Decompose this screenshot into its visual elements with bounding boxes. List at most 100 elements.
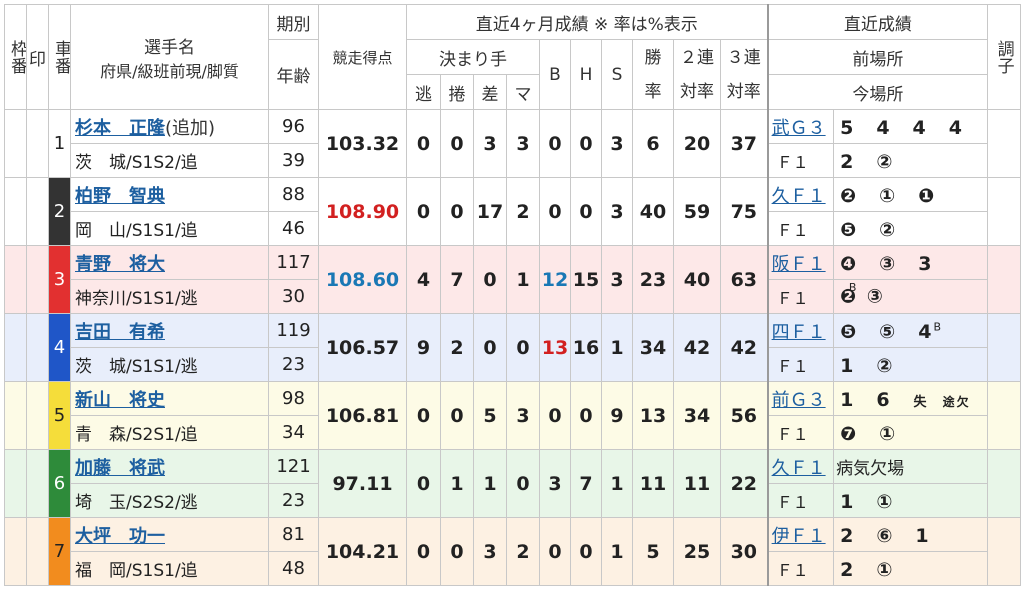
b-count: 0 — [539, 517, 571, 586]
car-number: 4 — [48, 313, 71, 382]
player-name[interactable]: 加藤 将武 — [70, 449, 269, 484]
prev-venue[interactable]: 伊Ｆ１ — [767, 517, 835, 552]
waku-cell — [4, 517, 27, 586]
prev-venue-link[interactable]: 久Ｆ１ — [769, 458, 826, 479]
player-link[interactable]: 吉田 有希 — [72, 322, 165, 343]
shirushi-cell[interactable] — [26, 381, 49, 450]
prev-venue-link[interactable]: 前Ｇ３ — [769, 390, 826, 411]
kimarite-makuri: 0 — [440, 381, 474, 450]
kimarite-mark: 2 — [506, 517, 540, 586]
s-count: 9 — [601, 381, 633, 450]
shirushi-cell[interactable] — [26, 449, 49, 518]
b-count: 12 — [539, 245, 571, 314]
player-link[interactable]: 大坪 功一 — [72, 526, 165, 547]
prev-venue[interactable]: 四Ｆ１ — [767, 313, 835, 348]
table-row: 3 青野 将大 117 108.60 4 7 0 1 12 15 3 23 40 63 阪Ｆ１ ❹ ③ 3 — [4, 245, 1022, 314]
h-count: 0 — [570, 177, 602, 246]
b-count: 13 — [539, 313, 571, 382]
b-count: 0 — [539, 381, 571, 450]
b-count: 0 — [539, 177, 571, 246]
table-row: 6 加藤 将武 121 97.11 0 1 1 0 3 7 1 11 11 22 久Ｆ１ 病気欠場 — [4, 449, 1022, 518]
age-value: 30 — [268, 279, 319, 314]
shirushi-cell[interactable] — [26, 517, 49, 586]
car-number: 6 — [48, 449, 71, 518]
table-row: 5 新山 将史 98 106.81 0 0 5 3 0 0 9 13 34 56 前Ｇ３ 1 6 失途欠 — [4, 381, 1022, 450]
header-waku: 枠番 — [4, 4, 27, 110]
player-link[interactable]: 加藤 将武 — [72, 458, 165, 479]
prev-venue-link[interactable]: 武Ｇ３ — [769, 118, 826, 139]
player-link[interactable]: 柏野 智典 — [72, 186, 165, 207]
player-name[interactable]: 柏野 智典 — [70, 177, 269, 212]
header-k2: 捲 — [440, 74, 474, 110]
cur-venue: Ｆ１ — [767, 347, 835, 382]
prev-venue-link[interactable]: 阪Ｆ１ — [769, 254, 826, 275]
prev-results: ❷ ① ❶ — [833, 177, 989, 212]
shirushi-cell[interactable] — [26, 313, 49, 382]
prev-venue-link[interactable]: 久Ｆ１ — [769, 186, 826, 207]
cur-venue: Ｆ１ — [767, 211, 835, 246]
header-kibetsu: 期別 — [268, 4, 319, 40]
kimarite-makuri: 0 — [440, 517, 474, 586]
kimarite-makuri: 1 — [440, 449, 474, 518]
kimarite-makuri: 0 — [440, 177, 474, 246]
b-count: 0 — [539, 109, 571, 178]
prev-venue[interactable]: 久Ｆ１ — [767, 177, 835, 212]
chosi-cell — [987, 109, 1022, 178]
shirushi-cell[interactable] — [26, 245, 49, 314]
cur-venue: Ｆ１ — [767, 143, 835, 178]
cur-results: 2 ① — [833, 551, 989, 586]
kibetsu-value: 117 — [268, 245, 319, 280]
prev-venue[interactable]: 武Ｇ３ — [767, 109, 835, 144]
kimarite-makuri: 2 — [440, 313, 474, 382]
prev-venue[interactable]: 前Ｇ３ — [767, 381, 835, 416]
prev-venue[interactable]: 阪Ｆ１ — [767, 245, 835, 280]
kibetsu-value: 81 — [268, 517, 319, 552]
header-ren2: ２連対率 — [673, 39, 721, 110]
player-name[interactable]: 青野 将大 — [70, 245, 269, 280]
waku-cell — [4, 109, 27, 178]
player-name[interactable]: 大坪 功一 — [70, 517, 269, 552]
cur-results: 1 ① — [833, 483, 989, 518]
h-count: 16 — [570, 313, 602, 382]
kimarite-nige: 0 — [406, 177, 441, 246]
ren2-rate: 59 — [673, 177, 721, 246]
kibetsu-value: 96 — [268, 109, 319, 144]
shirushi-cell[interactable] — [26, 177, 49, 246]
prev-results: ❹ ③ 3 — [833, 245, 989, 280]
score-value: 106.57 — [318, 313, 407, 382]
prev-venue[interactable]: 久Ｆ１ — [767, 449, 835, 484]
prev-results: 病気欠場 — [833, 449, 989, 484]
back-mark: B — [848, 281, 859, 295]
waku-cell — [4, 381, 27, 450]
header-b: B — [539, 39, 571, 110]
win-rate: 5 — [632, 517, 674, 586]
player-name[interactable]: 杉本 正隆(追加) — [70, 109, 269, 144]
player-name[interactable]: 新山 将史 — [70, 381, 269, 416]
kimarite-nige: 9 — [406, 313, 441, 382]
prev-venue-link[interactable]: 伊Ｆ１ — [769, 526, 826, 547]
header-h: H — [570, 39, 602, 110]
prev-venue-link[interactable]: 四Ｆ１ — [769, 322, 826, 343]
header-ima: 今場所 — [767, 74, 989, 110]
header-nenrei: 年齢 — [268, 39, 319, 110]
cur-venue: Ｆ１ — [767, 279, 835, 314]
header-chosi: 調子 — [987, 4, 1022, 110]
player-name[interactable]: 吉田 有希 — [70, 313, 269, 348]
player-pref: 神奈川/S1S1/逃 — [70, 279, 269, 314]
s-count: 1 — [601, 517, 633, 586]
ren3-rate: 63 — [719, 245, 769, 314]
h-count: 0 — [570, 381, 602, 450]
player-link[interactable]: 杉本 正隆 — [72, 118, 165, 139]
ren3-rate: 42 — [719, 313, 769, 382]
header-k4: マ — [506, 74, 540, 110]
player-link[interactable]: 新山 将史 — [72, 390, 165, 411]
shirushi-cell[interactable] — [26, 109, 49, 178]
player-link[interactable]: 青野 将大 — [72, 254, 165, 275]
s-count: 1 — [601, 449, 633, 518]
race-entry-table: 枠番 印 車番 選手名 府県/級班前現/脚質 期別 競走得点 直近4ヶ月成績 ※ … — [4, 4, 1022, 586]
kimarite-nige: 0 — [406, 449, 441, 518]
cur-results: ❼ ① — [833, 415, 989, 450]
prev-results: 5 4 4 4 — [833, 109, 989, 144]
kimarite-sashi: 3 — [473, 109, 507, 178]
cur-venue: Ｆ１ — [767, 483, 835, 518]
